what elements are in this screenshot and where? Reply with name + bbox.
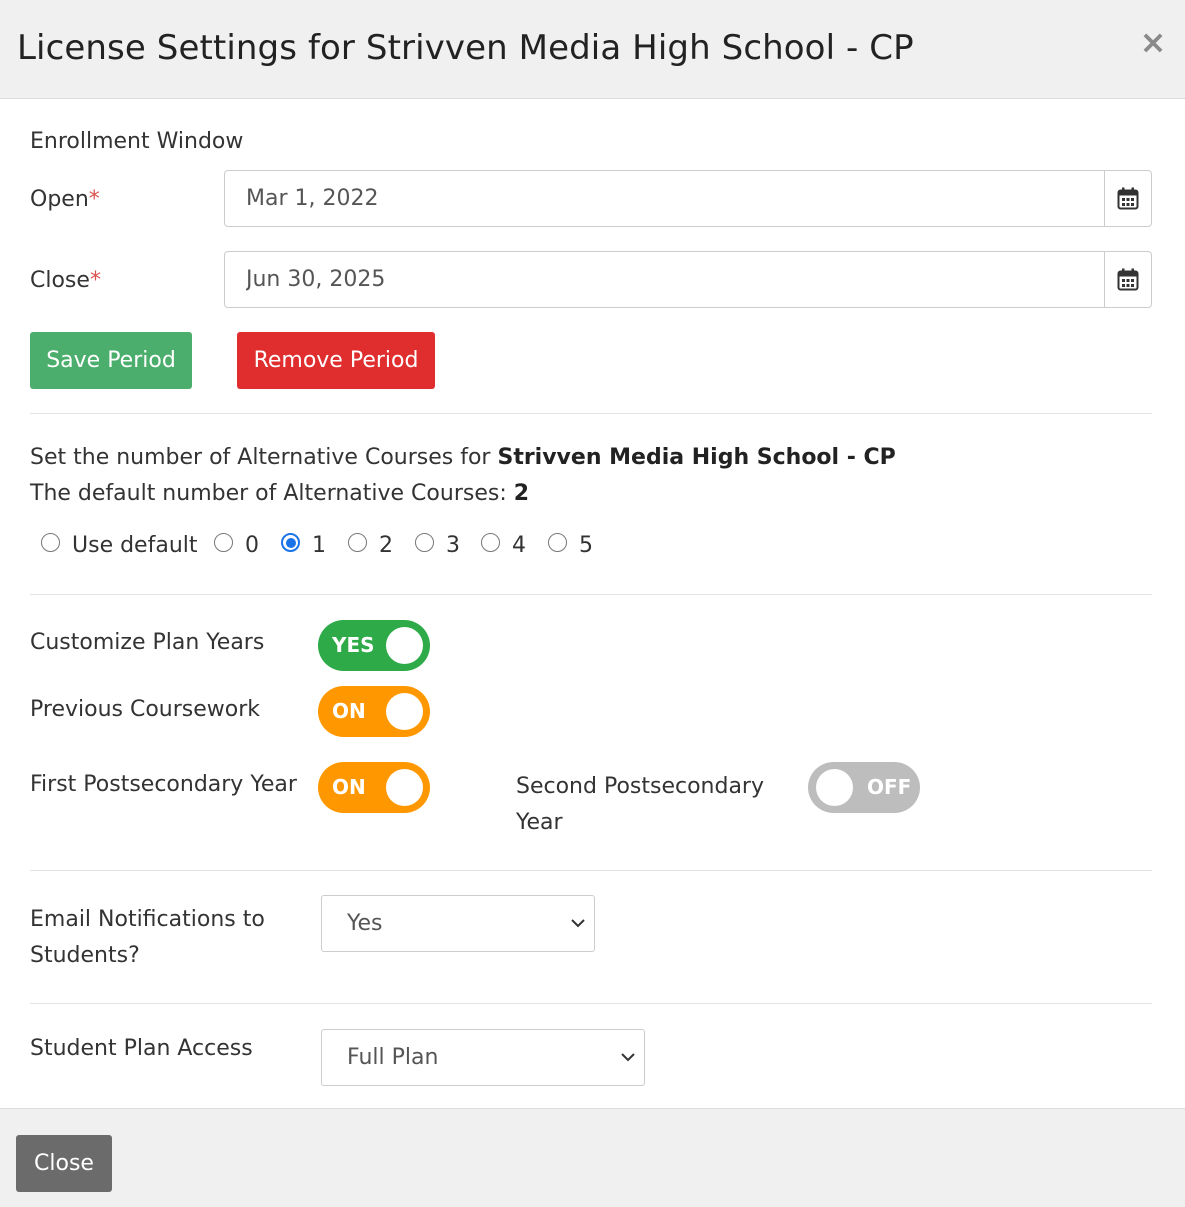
calendar-icon[interactable] xyxy=(1105,252,1151,307)
divider xyxy=(30,413,1152,414)
radio-circle[interactable] xyxy=(548,533,567,552)
radio-circle[interactable] xyxy=(214,533,233,552)
email-notifications-label: Email Notifications to Students? xyxy=(30,907,265,968)
alternatives-prompt: Set the number of Alternative Courses fo… xyxy=(30,445,896,470)
chevron-down-icon xyxy=(571,919,585,928)
student-plan-access-label: Student Plan Access xyxy=(30,1036,253,1061)
radio-2[interactable]: 2 xyxy=(348,530,393,558)
enrollment-window-heading: Enrollment Window xyxy=(30,129,244,154)
radio-circle[interactable] xyxy=(348,533,367,552)
toggle-knob xyxy=(386,693,423,730)
required-mark: * xyxy=(88,187,100,212)
radio-3[interactable]: 3 xyxy=(415,530,460,558)
close-date-group xyxy=(224,251,1152,308)
alternatives-default-text: The default number of Alternative Course… xyxy=(30,481,530,506)
calendar-icon[interactable] xyxy=(1105,171,1151,226)
chevron-down-icon xyxy=(621,1053,635,1062)
close-date-input[interactable] xyxy=(225,252,1105,307)
close-icon[interactable]: × xyxy=(1138,24,1168,60)
previous-coursework-toggle[interactable]: ON xyxy=(318,686,430,737)
toggle-knob xyxy=(816,769,853,806)
radio-5[interactable]: 5 xyxy=(548,530,593,558)
email-notifications-select[interactable]: Yes xyxy=(321,895,595,952)
previous-coursework-label: Previous Coursework xyxy=(30,697,261,722)
radio-use-default[interactable]: Use default xyxy=(41,530,198,558)
second-postsecondary-year-toggle[interactable]: OFF xyxy=(808,762,920,813)
modal-footer: Close xyxy=(0,1108,1185,1207)
first-postsecondary-year-toggle[interactable]: ON xyxy=(318,762,430,813)
first-postsecondary-year-label: First Postsecondary Year xyxy=(30,772,297,797)
student-plan-access-select[interactable]: Full Plan xyxy=(321,1029,645,1086)
radio-circle[interactable] xyxy=(415,533,434,552)
open-date-group xyxy=(224,170,1152,227)
radio-circle[interactable] xyxy=(41,533,60,552)
close-label: Close* xyxy=(30,268,101,293)
radio-0[interactable]: 0 xyxy=(214,530,259,558)
toggle-knob xyxy=(386,627,423,664)
radio-1[interactable]: 1 xyxy=(281,530,326,558)
divider xyxy=(30,1003,1152,1004)
modal-header: License Settings for Strivven Media High… xyxy=(0,0,1185,99)
save-period-button[interactable]: Save Period xyxy=(30,332,192,389)
radio-circle-selected[interactable] xyxy=(281,533,300,552)
modal-title: License Settings for Strivven Media High… xyxy=(17,28,914,68)
school-name: Strivven Media High School - CP xyxy=(497,445,896,470)
divider xyxy=(30,870,1152,871)
open-label: Open* xyxy=(30,187,100,212)
required-mark: * xyxy=(89,268,101,293)
toggle-knob xyxy=(386,769,423,806)
second-postsecondary-year-label: Second Postsecondary Year xyxy=(516,774,764,835)
radio-4[interactable]: 4 xyxy=(481,530,526,558)
remove-period-button[interactable]: Remove Period xyxy=(237,332,435,389)
open-date-input[interactable] xyxy=(225,171,1105,226)
default-value: 2 xyxy=(513,481,530,506)
customize-plan-years-label: Customize Plan Years xyxy=(30,630,265,655)
radio-circle[interactable] xyxy=(481,533,500,552)
customize-plan-years-toggle[interactable]: YES xyxy=(318,620,430,671)
close-button[interactable]: Close xyxy=(16,1135,112,1192)
divider xyxy=(30,594,1152,595)
